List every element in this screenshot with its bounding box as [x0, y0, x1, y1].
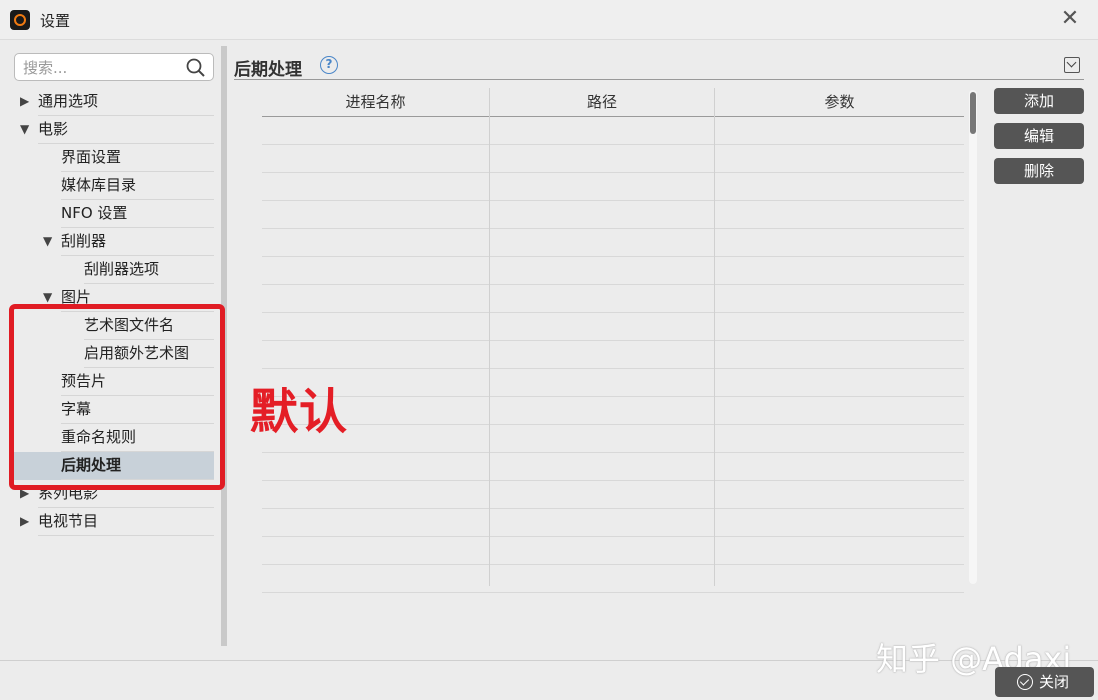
- collapse-icon[interactable]: [1064, 57, 1080, 73]
- search-icon[interactable]: [185, 58, 207, 78]
- expanded-arrow-icon[interactable]: ▼: [20, 116, 29, 143]
- column-divider: [714, 88, 715, 586]
- column-header-params[interactable]: 参数: [714, 88, 964, 116]
- tree-item-label: 刮削器: [61, 232, 107, 250]
- post-process-table: 进程名称 路径 参数: [262, 88, 964, 593]
- table-row[interactable]: [262, 509, 964, 537]
- table-row[interactable]: [262, 341, 964, 369]
- table-row[interactable]: [262, 565, 964, 593]
- table-row[interactable]: [262, 369, 964, 397]
- tree-item-label: 电视节目: [38, 512, 99, 530]
- annotation-label: 默认: [250, 384, 349, 440]
- tree-item[interactable]: NFO 设置: [14, 200, 214, 228]
- tree-item[interactable]: 界面设置: [14, 144, 214, 172]
- table-row[interactable]: [262, 397, 964, 425]
- tree-item-divider: [38, 535, 214, 536]
- tree-item-label: 刮削器选项: [84, 260, 160, 278]
- check-circle-icon: [1017, 674, 1033, 690]
- collapsed-arrow-icon[interactable]: ▶: [20, 88, 29, 115]
- help-icon[interactable]: ?: [320, 56, 338, 74]
- table-row[interactable]: [262, 201, 964, 229]
- app-logo-icon: [10, 10, 30, 30]
- collapsed-arrow-icon[interactable]: ▶: [20, 508, 29, 535]
- scrollbar-thumb[interactable]: [970, 92, 976, 134]
- delete-button[interactable]: 删除: [994, 158, 1084, 184]
- expanded-arrow-icon[interactable]: ▼: [43, 228, 52, 255]
- search-box[interactable]: [14, 53, 214, 81]
- column-header-path[interactable]: 路径: [489, 88, 714, 116]
- tree-item-label: 电影: [38, 120, 69, 138]
- close-button[interactable]: 关闭: [995, 667, 1094, 697]
- column-header-process-name[interactable]: 进程名称: [262, 88, 489, 116]
- tree-item-label: NFO 设置: [61, 204, 128, 222]
- tree-item-label: 媒体库目录: [61, 176, 137, 194]
- edit-button[interactable]: 编辑: [994, 123, 1084, 149]
- panel-title: 后期处理: [234, 60, 302, 80]
- table-row[interactable]: [262, 173, 964, 201]
- table-scrollbar[interactable]: [969, 90, 977, 584]
- panel-header-divider: [234, 79, 1084, 80]
- table-row[interactable]: [262, 229, 964, 257]
- column-divider: [489, 88, 490, 586]
- table-header: 进程名称 路径 参数: [262, 88, 964, 117]
- table-row[interactable]: [262, 145, 964, 173]
- table-row[interactable]: [262, 453, 964, 481]
- window-title: 设置: [40, 12, 71, 30]
- title-bar: 设置 ✕: [0, 0, 1098, 40]
- table-row[interactable]: [262, 117, 964, 145]
- tree-item[interactable]: ▶ 通用选项: [14, 88, 214, 116]
- annotation-highlight-box: [9, 304, 225, 490]
- table-row[interactable]: [262, 285, 964, 313]
- table-row[interactable]: [262, 537, 964, 565]
- tree-item[interactable]: ▶ 电视节目: [14, 508, 214, 536]
- tree-item[interactable]: ▼ 电影: [14, 116, 214, 144]
- search-input[interactable]: [21, 57, 185, 79]
- table-row[interactable]: [262, 481, 964, 509]
- add-button[interactable]: 添加: [994, 88, 1084, 114]
- tree-item-label: 通用选项: [38, 92, 99, 110]
- table-row[interactable]: [262, 425, 964, 453]
- tree-item-label: 界面设置: [61, 148, 122, 166]
- tree-item[interactable]: 刮削器选项: [14, 256, 214, 284]
- table-row[interactable]: [262, 313, 964, 341]
- close-icon[interactable]: ✕: [1058, 6, 1082, 32]
- tree-item[interactable]: ▼ 刮削器: [14, 228, 214, 256]
- table-row[interactable]: [262, 257, 964, 285]
- tree-item[interactable]: 媒体库目录: [14, 172, 214, 200]
- close-button-label: 关闭: [1039, 673, 1070, 691]
